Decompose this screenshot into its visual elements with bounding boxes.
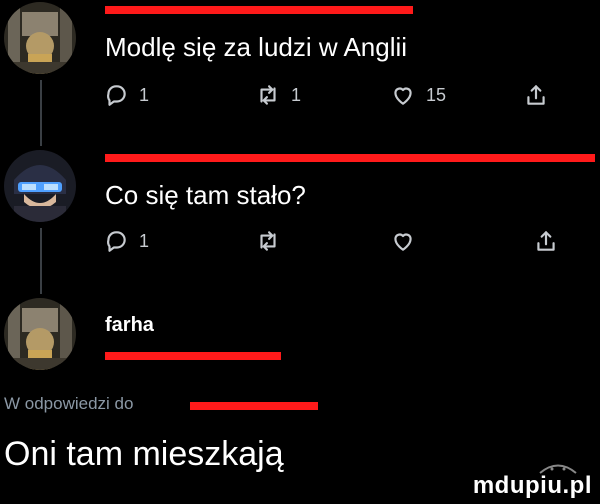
- retweet-button[interactable]: 1: [255, 80, 301, 110]
- reply-to-label: W odpowiedzi do: [4, 394, 134, 413]
- redacted-handle: [105, 352, 281, 360]
- retweet-icon: [260, 85, 276, 105]
- tweet-actions: 1: [103, 226, 600, 256]
- avatar[interactable]: [4, 2, 76, 74]
- watermark: mdupiu.pl: [472, 472, 592, 499]
- tweet-text: Oni tam mieszkają: [4, 435, 284, 473]
- reply-icon: [107, 231, 126, 252]
- reply-button[interactable]: 1: [103, 226, 149, 256]
- redacted-username: [105, 6, 413, 14]
- anime-character-avatar-icon: [4, 150, 76, 222]
- heart-icon: [394, 87, 412, 105]
- redacted-username: [105, 154, 595, 162]
- retweet-button[interactable]: [255, 226, 281, 256]
- artwork-avatar-icon: [4, 298, 76, 370]
- retweet-icon: [260, 231, 276, 251]
- tweet-actions: 1 1 15: [103, 80, 600, 110]
- thread-line: [40, 80, 42, 146]
- share-icon: [527, 85, 545, 105]
- reply-icon: [107, 85, 126, 106]
- artwork-avatar-icon: [4, 2, 76, 74]
- tweet-text: Co się tam stało?: [105, 180, 306, 210]
- author-name[interactable]: farha: [105, 314, 154, 337]
- reply-count: 1: [139, 230, 150, 251]
- like-count: 15: [426, 84, 447, 105]
- share-button[interactable]: [523, 80, 549, 110]
- reply-count: 1: [139, 84, 150, 105]
- like-button[interactable]: [390, 226, 416, 256]
- redacted-reply-handle: [190, 402, 318, 410]
- retweet-count: 1: [291, 84, 302, 105]
- reply-button[interactable]: 1: [103, 80, 149, 110]
- tweet-text: Modlę się za ludzi w Anglii: [105, 32, 408, 62]
- avatar[interactable]: [4, 298, 76, 370]
- like-button[interactable]: 15: [390, 80, 446, 110]
- share-icon: [537, 231, 555, 251]
- thread-line: [40, 228, 42, 294]
- share-button[interactable]: [533, 226, 559, 256]
- avatar[interactable]: [4, 150, 76, 222]
- heart-icon: [394, 233, 412, 251]
